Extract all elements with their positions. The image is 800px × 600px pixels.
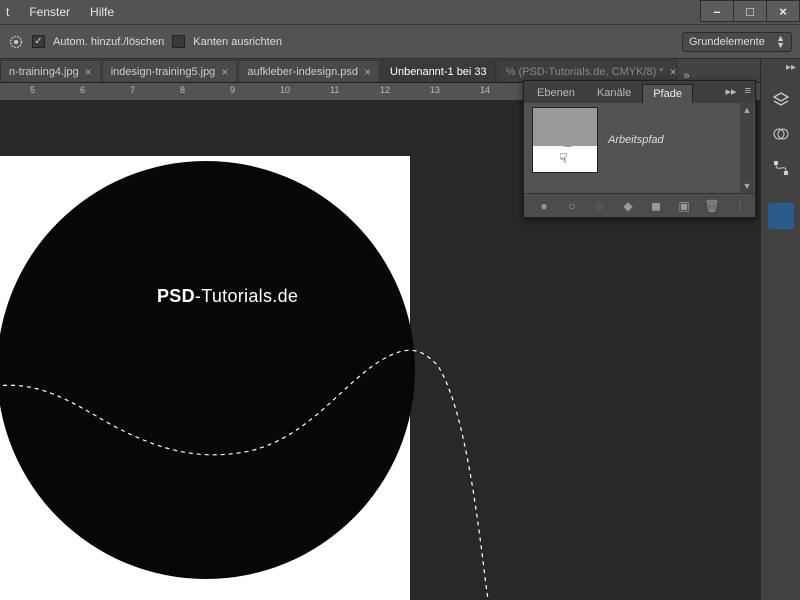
logo-text: PSD-Tutorials.de (157, 286, 298, 307)
auto-add-label: Autom. hinzuf./löschen (53, 36, 164, 48)
paths-panel: Ebenen Kanäle Pfade ▸▸ ≡ ☟ Arbeitspfad ▲… (523, 80, 756, 218)
artboard: PSD-Tutorials.de (0, 156, 410, 600)
channels-icon[interactable] (768, 121, 794, 147)
panel-collapse-icon[interactable]: ▸▸ (726, 85, 737, 98)
layers-icon[interactable] (768, 87, 794, 113)
panel-tabstrip: Ebenen Kanäle Pfade ▸▸ ≡ (524, 81, 755, 103)
options-bar: ✓ Autom. hinzuf./löschen Kanten ausricht… (0, 25, 800, 59)
scroll-up-icon[interactable]: ▲ (740, 103, 754, 117)
gear-icon[interactable] (8, 34, 24, 50)
fill-path-icon[interactable]: ● (537, 199, 551, 213)
selected-dock-item[interactable] (768, 203, 794, 229)
align-edges-label: Kanten ausrichten (193, 36, 282, 48)
path-to-selection-icon[interactable]: ◌ (593, 199, 607, 213)
chevron-updown-icon: ▲▼ (776, 35, 785, 49)
hand-cursor-icon: ☟ (559, 150, 568, 167)
auto-add-checkbox[interactable]: ✓ (32, 35, 45, 48)
document-title-overflow: % (PSD-Tutorials.de, CMYK/8) *× (497, 60, 677, 82)
close-icon[interactable]: × (221, 65, 228, 79)
panel-tab-layers[interactable]: Ebenen (526, 83, 586, 103)
menu-item-help[interactable]: Hilfe (90, 5, 114, 19)
minimize-button[interactable]: – (700, 0, 734, 22)
document-tab[interactable]: n-training4.jpg× (0, 60, 101, 82)
delete-path-icon[interactable]: 🗑 (705, 199, 719, 213)
path-item-label: Arbeitspfad (608, 134, 664, 146)
panel-menu-icon[interactable]: ≡ (745, 85, 751, 98)
workspace-label: Grundelemente (689, 36, 765, 48)
paths-icon[interactable] (768, 155, 794, 181)
menu-item[interactable]: t (6, 5, 9, 19)
path-thumbnail: ☟ (532, 107, 598, 173)
path-item[interactable]: ☟ Arbeitspfad (524, 103, 755, 177)
selection-to-path-icon[interactable]: ◆ (621, 199, 635, 213)
dock-collapse-icon[interactable]: ▸▸ (786, 62, 796, 73)
scroll-down-icon[interactable]: ▼ (740, 179, 754, 193)
resize-grip-icon[interactable]: ⁞ (733, 199, 747, 213)
document-tab-active[interactable]: Unbenannt-1 bei 33 (381, 60, 496, 82)
menu-bar: t Fenster Hilfe (0, 0, 800, 25)
align-edges-checkbox[interactable] (172, 35, 185, 48)
document-tab[interactable]: indesign-training5.jpg× (102, 60, 238, 82)
close-button[interactable]: × (766, 0, 800, 22)
maximize-button[interactable]: □ (733, 0, 767, 22)
stroke-path-icon[interactable]: ○ (565, 199, 579, 213)
document-tab[interactable]: aufkleber-indesign.psd× (238, 60, 380, 82)
add-mask-icon[interactable]: ◼ (649, 199, 663, 213)
workspace-dropdown[interactable]: Grundelemente ▲▼ (682, 32, 792, 52)
close-icon[interactable]: × (85, 65, 92, 79)
window-controls: – □ × (701, 0, 800, 25)
panel-tab-channels[interactable]: Kanäle (586, 83, 642, 103)
panel-scrollbar[interactable]: ▲ ▼ (740, 103, 754, 193)
circle-shape (0, 161, 415, 579)
close-icon[interactable]: × (364, 65, 371, 79)
menu-item-window[interactable]: Fenster (29, 5, 70, 19)
panel-body: ☟ Arbeitspfad ▲ ▼ (524, 103, 755, 193)
right-dock (760, 59, 800, 600)
new-path-icon[interactable]: ▣ (677, 199, 691, 213)
panel-footer: ● ○ ◌ ◆ ◼ ▣ 🗑 ⁞ (524, 193, 755, 217)
close-icon[interactable]: × (670, 65, 677, 79)
panel-tab-paths[interactable]: Pfade (642, 84, 693, 104)
